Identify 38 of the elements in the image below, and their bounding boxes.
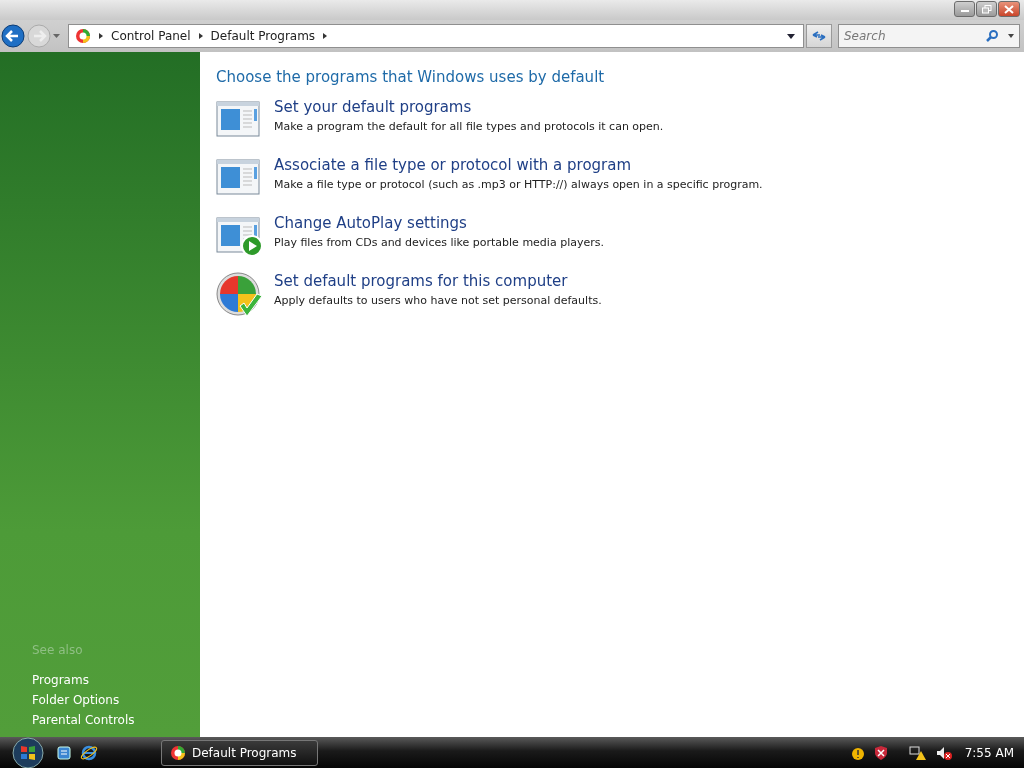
clock[interactable]: 7:55 AM (964, 745, 1014, 760)
task-description: Apply defaults to users who have not set personal defaults. (274, 294, 602, 307)
minimize-button[interactable] (954, 1, 975, 17)
address-field[interactable]: Control Panel Default Programs (68, 24, 804, 48)
refresh-button[interactable] (806, 24, 832, 48)
refresh-icon (812, 30, 826, 42)
task-description: Play files from CDs and devices like portable media players. (274, 236, 604, 249)
search-field[interactable]: Search (838, 24, 1020, 48)
history-caret-icon[interactable] (53, 34, 60, 38)
restore-icon (981, 4, 992, 14)
dropdown-caret-icon[interactable] (787, 33, 795, 39)
search-options-caret-icon[interactable] (1008, 34, 1014, 38)
window-play-icon[interactable] (216, 214, 264, 258)
search-icon[interactable] (986, 30, 998, 42)
close-button[interactable] (998, 1, 1020, 17)
task-description: Make a program the default for all file types and protocols it can open. (274, 120, 664, 133)
taskbar-window-button[interactable]: Default Programs (161, 739, 318, 766)
breadcrumb-arrow-icon[interactable] (323, 33, 328, 39)
restore-button[interactable] (976, 1, 997, 17)
task-description: Make a file type or protocol (such as .mp3 or HTTP://) always open in a specific program. (274, 178, 763, 191)
page-heading: Choose the programs that Windows uses by default (216, 68, 606, 86)
breadcrumb[interactable]: Control Panel (111, 29, 191, 43)
browser-icon[interactable] (80, 743, 98, 762)
breadcrumb-arrow-icon[interactable] (198, 33, 203, 39)
network-warning-icon[interactable] (908, 744, 927, 761)
breadcrumb[interactable]: Default Programs (210, 29, 316, 43)
security-shield-icon[interactable] (872, 744, 889, 761)
task-link[interactable]: Associate a file type or protocol with a program (274, 156, 632, 174)
breadcrumb-arrow-icon[interactable] (99, 33, 103, 39)
back-button[interactable] (1, 24, 25, 48)
control-panel-icon (170, 744, 186, 761)
task-link[interactable]: Change AutoPlay settings (274, 214, 467, 232)
task-link[interactable]: Set default programs for this computer (274, 272, 568, 290)
control-panel-icon (75, 28, 91, 44)
see-also-heading: See also (32, 643, 84, 657)
task-link[interactable]: Set your default programs (274, 98, 472, 116)
show-desktop-icon[interactable] (56, 744, 72, 761)
close-icon (1004, 4, 1014, 14)
